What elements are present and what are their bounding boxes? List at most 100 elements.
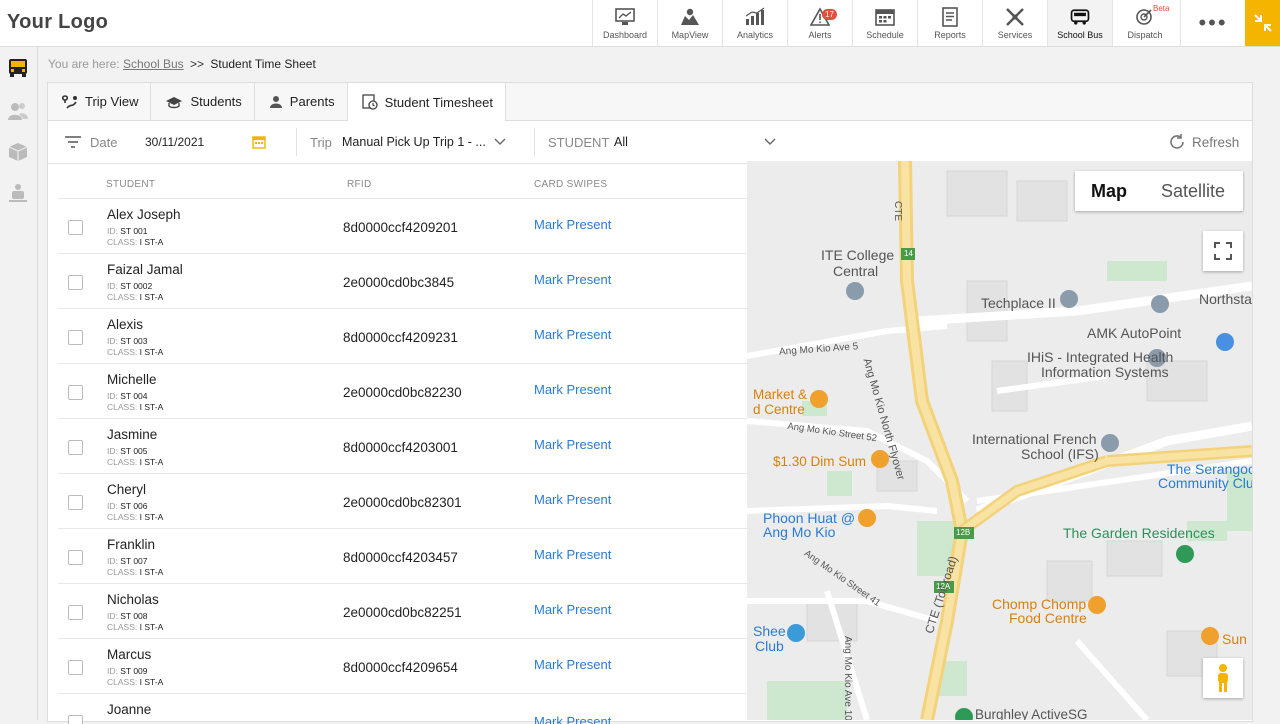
chevron-down-icon: [494, 138, 506, 145]
column-header-student[interactable]: STUDENT: [106, 179, 155, 190]
student-rfid: 2e0000cd0bc82251: [343, 605, 462, 620]
student-id: ID: ST 006: [107, 501, 148, 511]
dashboard-icon: [614, 7, 636, 27]
nav-dispatch[interactable]: Beta Dispatch: [1112, 0, 1177, 46]
row-checkbox[interactable]: [68, 495, 83, 510]
tab-label: Parents: [289, 94, 335, 109]
map-label: Central: [833, 263, 879, 279]
mark-present-link[interactable]: Mark Present: [534, 492, 611, 507]
nav-school-bus[interactable]: School Bus: [1047, 0, 1112, 46]
table-row: Michelle ID: ST 004 CLASS: I ST-A 2e0000…: [58, 363, 748, 419]
nav-analytics[interactable]: Analytics: [722, 0, 787, 46]
mark-present-link[interactable]: Mark Present: [534, 602, 611, 617]
map-label: Ang Mo Kio: [763, 524, 836, 540]
filter-toggle-button[interactable]: [64, 121, 82, 163]
row-checkbox[interactable]: [68, 660, 83, 675]
student-name: Alex Joseph: [107, 207, 181, 222]
student-class: CLASS: I ST-A: [107, 567, 164, 577]
student-id: ID: ST 001: [107, 226, 148, 236]
mark-present-link[interactable]: Mark Present: [534, 272, 611, 287]
table-row: Marcus ID: ST 009 CLASS: I ST-A 8d0000cc…: [58, 638, 748, 694]
student-rfid: 2e0000cd0bc82301: [343, 495, 462, 510]
table-row: Nicholas ID: ST 008 CLASS: I ST-A 2e0000…: [58, 583, 748, 639]
table-row: Franklin ID: ST 007 CLASS: I ST-A 8d0000…: [58, 528, 748, 584]
fullscreen-button[interactable]: [1203, 231, 1243, 271]
map-type-satellite-button[interactable]: Satellite: [1143, 171, 1243, 211]
trip-select[interactable]: Manual Pick Up Trip 1 - ...: [342, 121, 506, 163]
map-type-map-button[interactable]: Map: [1075, 171, 1143, 211]
table-row: Jasmine ID: ST 005 CLASS: I ST-A 8d0000c…: [58, 418, 748, 474]
student-name: Franklin: [107, 537, 156, 552]
student-rfid: 2e0000cd0bc3845: [343, 275, 455, 290]
more-menu-button[interactable]: •••: [1180, 0, 1245, 46]
student-name: Faizal Jamal: [107, 262, 183, 277]
column-header-rfid[interactable]: RFID: [347, 179, 372, 190]
row-checkbox[interactable]: [68, 440, 83, 455]
date-field[interactable]: 30/11/2021: [145, 121, 204, 163]
nav-label: Dashboard: [602, 30, 648, 40]
tab-parents[interactable]: Parents: [255, 83, 348, 120]
student-select[interactable]: All: [614, 121, 780, 163]
rail-bus-stop-icon[interactable]: [6, 181, 30, 205]
parents-icon: [269, 95, 282, 108]
map-label: Techplace II: [981, 295, 1056, 311]
tab-label: Student Timesheet: [384, 94, 494, 110]
reports-icon: [939, 7, 961, 27]
tab-student-timesheet[interactable]: Student Timesheet: [347, 83, 507, 121]
mark-present-link[interactable]: Mark Present: [534, 714, 611, 724]
row-checkbox[interactable]: [68, 330, 83, 345]
nav-services[interactable]: Services: [982, 0, 1047, 46]
mark-present-link[interactable]: Mark Present: [534, 547, 611, 562]
mark-present-link[interactable]: Mark Present: [534, 437, 611, 452]
nav-dashboard[interactable]: Dashboard: [592, 0, 657, 46]
calendar-icon: [252, 136, 266, 149]
mark-present-link[interactable]: Mark Present: [534, 327, 611, 342]
table-row: Joanne Mark Present: [58, 693, 748, 724]
logo[interactable]: Your Logo: [7, 11, 108, 34]
column-header-card-swipes[interactable]: CARD SWIPES: [534, 179, 607, 190]
tab-bar: Trip View Students Parents Student Times…: [48, 83, 1252, 121]
map-label: AMK AutoPoint: [1087, 325, 1182, 341]
map-label: Market &: [753, 387, 808, 402]
student-name: Jasmine: [107, 427, 158, 442]
tab-trip-view[interactable]: Trip View: [48, 83, 152, 120]
row-checkbox[interactable]: [68, 550, 83, 565]
student-id: ID: ST 007: [107, 556, 148, 566]
nav-schedule[interactable]: Schedule: [852, 0, 917, 46]
map-label: Burghley ActiveSG: [975, 707, 1088, 720]
row-checkbox[interactable]: [68, 605, 83, 620]
breadcrumb-link-school-bus[interactable]: School Bus: [123, 57, 184, 71]
rail-school-bus-icon[interactable]: [6, 56, 30, 80]
pegman-icon: [1218, 664, 1228, 692]
nav-alerts[interactable]: 17 Alerts: [787, 0, 852, 46]
street-view-pegman-button[interactable]: [1203, 658, 1243, 698]
rail-users-icon[interactable]: [6, 99, 30, 123]
student-class: CLASS: I ST-A: [107, 237, 164, 247]
breadcrumb-separator: >>: [190, 57, 205, 71]
row-checkbox[interactable]: [68, 220, 83, 235]
calendar-button[interactable]: [252, 121, 266, 163]
tab-label: Students: [190, 94, 242, 109]
nav-mapview[interactable]: MapView: [657, 0, 722, 46]
student-class: CLASS: I ST-A: [107, 677, 164, 687]
map-label: 14: [904, 249, 913, 258]
student-id: ID: ST 008: [107, 611, 148, 621]
map-view[interactable]: ITE College Central Techplace II Northst…: [747, 161, 1252, 720]
left-rail: [0, 47, 38, 720]
table-row: Faizal Jamal ID: ST 0002 CLASS: I ST-A 2…: [58, 253, 748, 309]
nav-reports[interactable]: Reports: [917, 0, 982, 46]
tab-students[interactable]: Students: [151, 83, 255, 120]
refresh-button[interactable]: Refresh: [1168, 121, 1239, 163]
map-label: International French: [972, 431, 1097, 447]
expand-corner-button[interactable]: [1245, 0, 1280, 46]
mark-present-link[interactable]: Mark Present: [534, 217, 611, 232]
row-checkbox[interactable]: [68, 275, 83, 290]
top-bar: Your Logo Dashboard MapView Analytics 17…: [0, 0, 1280, 47]
row-checkbox[interactable]: [68, 385, 83, 400]
mark-present-link[interactable]: Mark Present: [534, 382, 611, 397]
student-class: CLASS: I ST-A: [107, 512, 164, 522]
rail-box-icon[interactable]: [6, 140, 30, 164]
mark-present-link[interactable]: Mark Present: [534, 657, 611, 672]
map-label: Community Clu: [1158, 475, 1252, 491]
nav-label: Dispatch: [1127, 30, 1163, 40]
